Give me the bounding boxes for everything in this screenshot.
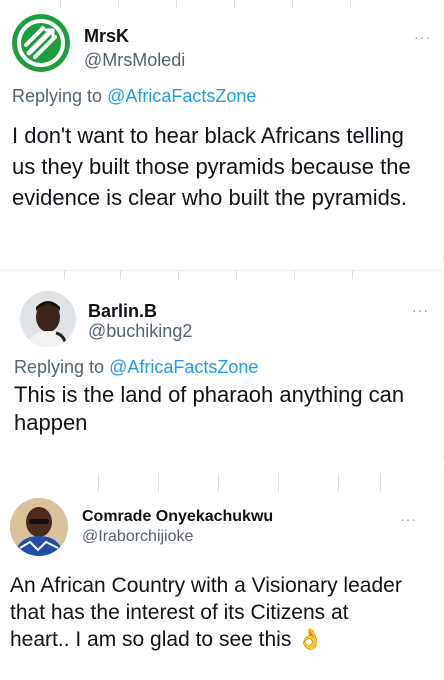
display-name[interactable]: MrsK xyxy=(84,26,129,47)
green-logo-icon xyxy=(12,14,70,72)
tweet-text: An African Country with a Visionary lead… xyxy=(10,572,410,653)
ok-hand-emoji: 👌 xyxy=(297,628,324,651)
tweet-card[interactable]: MrsK @MrsMoledi ··· Replying to @AfricaF… xyxy=(0,0,444,262)
person-photo-icon xyxy=(10,498,68,556)
display-name[interactable]: Comrade Onyekachukwu xyxy=(82,508,273,526)
replying-to: Replying to @AfricaFactsZone xyxy=(14,357,258,378)
user-handle[interactable]: @Iraborchijioke xyxy=(82,528,193,546)
display-name[interactable]: Barlin.B xyxy=(88,301,157,322)
top-edge-ticks xyxy=(0,271,444,281)
avatar[interactable] xyxy=(20,291,76,347)
top-edge-ticks xyxy=(0,474,444,492)
user-handle[interactable]: @MrsMoledi xyxy=(84,50,185,71)
more-options-icon[interactable]: ··· xyxy=(400,512,417,526)
tweet-text-body: An African Country with a Visionary lead… xyxy=(10,574,402,651)
top-edge-ticks xyxy=(0,0,444,10)
mention-link[interactable]: @AfricaFactsZone xyxy=(109,357,258,377)
more-options-icon[interactable]: ··· xyxy=(412,303,429,317)
replying-prefix: Replying to xyxy=(12,86,108,106)
tweet-text: This is the land of pharaoh anything can… xyxy=(14,382,405,435)
person-photo-icon xyxy=(20,291,76,347)
mention-link[interactable]: @AfricaFactsZone xyxy=(107,86,256,106)
replying-prefix: Replying to xyxy=(14,357,110,377)
user-handle[interactable]: @buchiking2 xyxy=(88,321,192,342)
avatar[interactable] xyxy=(12,14,70,72)
avatar[interactable] xyxy=(10,498,68,556)
tweet-card[interactable]: Barlin.B @buchiking2 ··· Replying to @Af… xyxy=(0,271,444,461)
tweet-text: I don't want to hear black Africans tell… xyxy=(12,123,411,210)
tweet-card[interactable]: Comrade Onyekachukwu @Iraborchijioke ···… xyxy=(0,468,444,680)
replying-to: Replying to @AfricaFactsZone xyxy=(12,86,256,107)
more-options-icon[interactable]: ··· xyxy=(414,30,431,44)
